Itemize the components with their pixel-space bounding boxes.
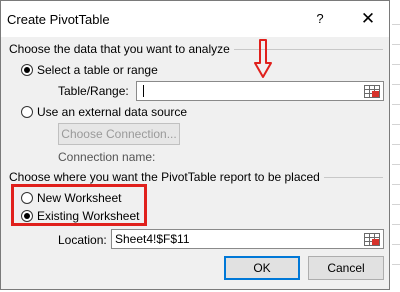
gridline bbox=[392, 64, 400, 65]
gridline bbox=[392, 204, 400, 205]
text-caret bbox=[143, 85, 144, 97]
gridline bbox=[392, 44, 400, 45]
range-select-icon[interactable] bbox=[361, 82, 383, 100]
ok-button[interactable]: OK bbox=[224, 256, 300, 280]
table-range-label: Table/Range: bbox=[58, 84, 129, 98]
down-arrow-icon bbox=[253, 39, 273, 82]
help-button[interactable]: ? bbox=[305, 7, 335, 31]
radio-external-source[interactable]: Use an external data source bbox=[21, 105, 187, 119]
data-section-heading: Choose the data that you want to analyze bbox=[9, 42, 234, 56]
gridline bbox=[392, 164, 400, 165]
location-label: Location: bbox=[58, 233, 107, 247]
gridline bbox=[392, 104, 400, 105]
radio-select-table-range[interactable]: Select a table or range bbox=[21, 63, 158, 77]
title-bar: Create PivotTable ? ✕ bbox=[1, 1, 389, 37]
table-range-input[interactable] bbox=[136, 81, 384, 101]
gridline bbox=[392, 84, 400, 85]
connection-name-label: Connection name: bbox=[58, 150, 156, 164]
placement-section-heading: Choose where you want the PivotTable rep… bbox=[9, 170, 324, 184]
gridline bbox=[392, 124, 400, 125]
create-pivottable-dialog: Create PivotTable ? ✕ Choose the data th… bbox=[0, 0, 390, 290]
range-select-icon[interactable] bbox=[361, 230, 383, 248]
radio-label: Use an external data source bbox=[37, 105, 188, 119]
highlight-box bbox=[11, 184, 147, 226]
radio-button[interactable] bbox=[21, 106, 33, 118]
radio-label: Select a table or range bbox=[37, 63, 158, 77]
gridline bbox=[392, 264, 400, 265]
gridline bbox=[392, 244, 400, 245]
location-input[interactable]: Sheet4!$F$11 bbox=[111, 229, 384, 249]
choose-connection-button: Choose Connection... bbox=[58, 123, 180, 145]
gridline bbox=[392, 184, 400, 185]
dialog-title: Create PivotTable bbox=[7, 12, 110, 27]
gridline bbox=[392, 24, 400, 25]
location-value: Sheet4!$F$11 bbox=[115, 232, 190, 246]
gridline bbox=[392, 144, 400, 145]
close-button[interactable]: ✕ bbox=[351, 7, 385, 31]
gridline bbox=[392, 224, 400, 225]
radio-button-checked[interactable] bbox=[21, 64, 33, 76]
cancel-button[interactable]: Cancel bbox=[308, 256, 384, 280]
